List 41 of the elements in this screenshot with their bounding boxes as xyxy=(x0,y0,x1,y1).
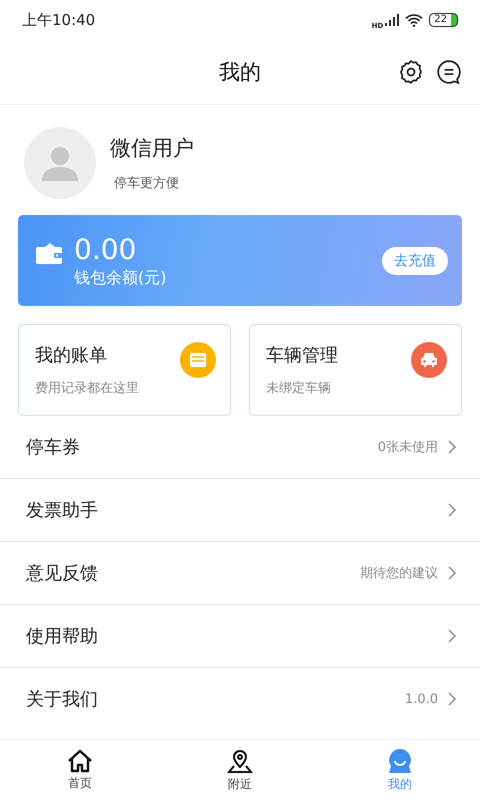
card-title: 我的账单 xyxy=(35,344,108,367)
wifi-icon xyxy=(405,14,424,26)
menu-value: 1.0.0 xyxy=(404,692,438,706)
wallet-label: 钱包余额(元) xyxy=(74,268,166,289)
user-subtitle: 停车更方便 xyxy=(113,175,180,192)
smile-face-icon xyxy=(387,748,413,774)
tab[interactable]: 首页 xyxy=(0,740,160,800)
page-title: 我的 xyxy=(219,59,261,86)
signal-icon xyxy=(385,14,400,26)
menu-label: 意见反馈 xyxy=(26,562,98,585)
tab[interactable]: 附近 xyxy=(160,740,320,800)
card-subtitle: 费用记录都在这里 xyxy=(35,380,139,397)
menu-row[interactable]: 停车券 0张未使用 xyxy=(0,416,480,479)
feature-card[interactable]: 车辆管理 未绑定车辆 xyxy=(249,324,462,416)
chevron-icon xyxy=(448,503,456,517)
chevron-icon xyxy=(448,566,456,580)
wallet-icon xyxy=(36,242,62,264)
menu-label: 发票助手 xyxy=(26,499,98,522)
battery-indicator: 22 xyxy=(429,13,458,27)
status-time: 上午10:40 xyxy=(22,10,96,30)
feature-card[interactable]: 我的账单 费用记录都在这里 xyxy=(18,324,231,416)
menu-row[interactable]: 关于我们 1.0.0 xyxy=(0,668,480,730)
menu-row[interactable]: 发票助手 xyxy=(0,479,480,542)
menu-label: 关于我们 xyxy=(26,688,98,711)
map-pin-icon xyxy=(227,748,253,774)
chevron-icon xyxy=(448,692,456,706)
home-icon xyxy=(67,748,93,772)
card-subtitle: 未绑定车辆 xyxy=(266,380,332,397)
menu-row[interactable]: 意见反馈 期待您的建议 xyxy=(0,542,480,605)
chevron-icon xyxy=(448,629,456,643)
menu-label: 使用帮助 xyxy=(26,625,98,648)
chevron-icon xyxy=(448,440,456,454)
menu-value: 0张未使用 xyxy=(378,439,438,456)
menu-value: 期待您的建议 xyxy=(360,565,438,582)
card-title: 车辆管理 xyxy=(266,344,338,367)
menu-row[interactable]: 使用帮助 xyxy=(0,605,480,668)
wallet-balance: 0.00 xyxy=(74,232,138,268)
menu-label: 停车券 xyxy=(26,436,80,459)
settings-icon[interactable] xyxy=(398,59,424,85)
message-icon[interactable] xyxy=(436,59,462,85)
user-name: 微信用户 xyxy=(110,135,194,162)
